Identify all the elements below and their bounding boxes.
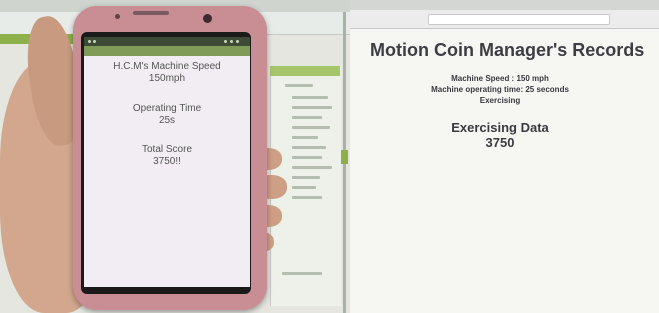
web-speed-line: Machine Speed : 150 mph bbox=[451, 74, 549, 83]
phone-camera bbox=[203, 14, 212, 23]
phone-sensor bbox=[115, 14, 120, 19]
ide-tree-row bbox=[285, 84, 313, 87]
speed-value: 150mph bbox=[148, 73, 186, 84]
phone-screen: H.C.M's Machine Speed 150mph Operating T… bbox=[84, 37, 250, 287]
score-label: Total Score bbox=[141, 144, 193, 155]
time-label: Operating Time bbox=[132, 103, 202, 114]
ide-tree-row bbox=[292, 116, 322, 119]
status-icon bbox=[224, 40, 227, 43]
ide-tree-row bbox=[292, 176, 320, 179]
ide-tree-row bbox=[292, 126, 330, 129]
ide-tree-row bbox=[292, 186, 316, 189]
status-icon bbox=[230, 40, 233, 43]
photo-scene: Motion Coin Manager's Records Machine Sp… bbox=[0, 0, 659, 313]
ide-tree-row bbox=[292, 146, 326, 149]
ide-tree-row bbox=[292, 96, 328, 99]
phone-speaker bbox=[133, 11, 169, 15]
app-title-bar bbox=[84, 46, 250, 56]
status-icon bbox=[93, 40, 96, 43]
ide-tree-row bbox=[292, 136, 318, 139]
status-icon bbox=[236, 40, 239, 43]
web-page-title: Motion Coin Manager's Records bbox=[370, 40, 645, 60]
ide-tree-row bbox=[282, 272, 322, 275]
score-value: 3750!! bbox=[153, 156, 181, 167]
browser-tab-strip bbox=[350, 0, 659, 10]
web-section-title: Exercising Data bbox=[451, 120, 549, 135]
phone-status-bar bbox=[84, 37, 250, 46]
speed-label: H.C.M's Machine Speed bbox=[113, 61, 221, 72]
time-value: 25s bbox=[158, 115, 176, 126]
ide-panel-header bbox=[270, 66, 340, 76]
web-time-line: Machine operating time: 25 seconds bbox=[431, 85, 569, 94]
ide-tree-row bbox=[292, 166, 332, 169]
ide-splitter-handle bbox=[341, 150, 348, 164]
ide-tree-row bbox=[292, 156, 322, 159]
web-section-value: 3750 bbox=[485, 135, 515, 150]
browser-window: Motion Coin Manager's Records Machine Sp… bbox=[350, 0, 659, 313]
web-page: Motion Coin Manager's Records Machine Sp… bbox=[350, 28, 659, 313]
ide-tree-row bbox=[292, 106, 332, 109]
web-status-line: Exercising bbox=[479, 96, 521, 105]
status-icon bbox=[88, 40, 91, 43]
ide-tree-row bbox=[292, 196, 322, 199]
address-bar bbox=[428, 14, 610, 25]
browser-toolbar bbox=[350, 10, 659, 29]
